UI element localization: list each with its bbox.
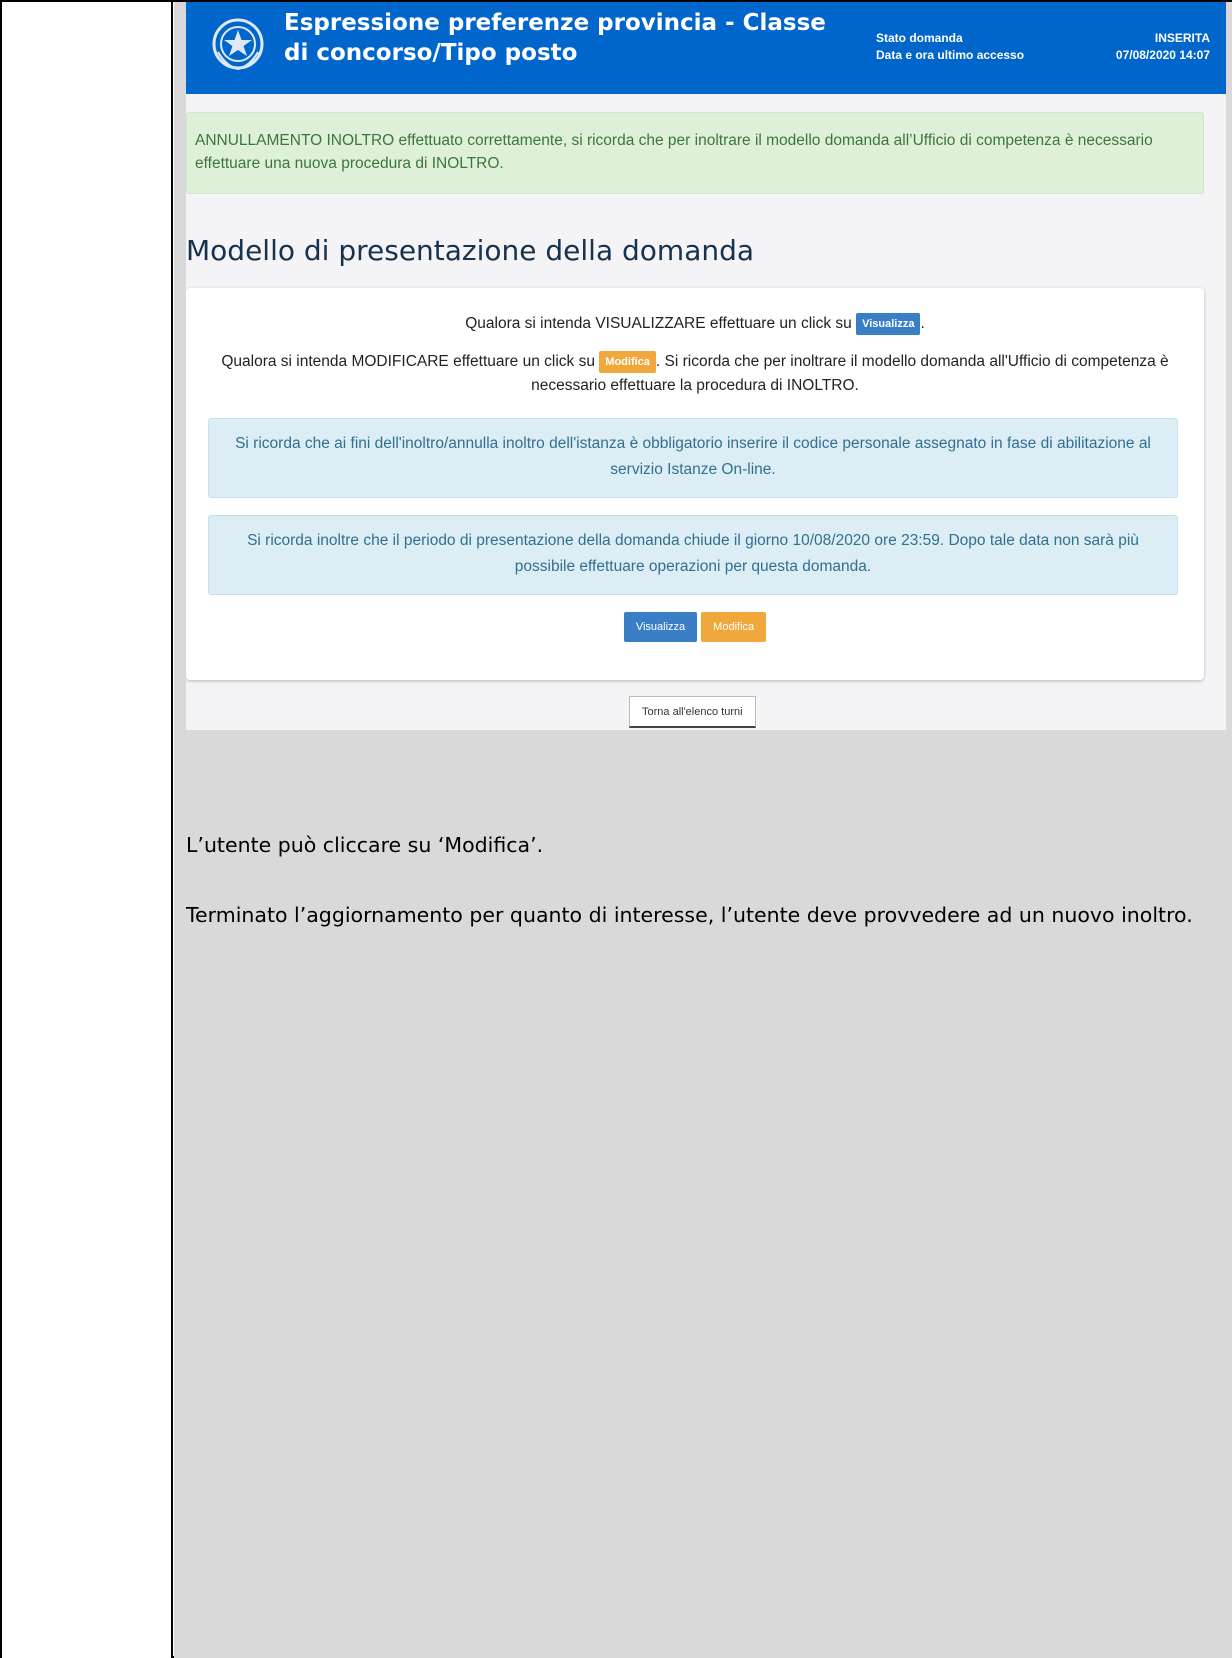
status-label: Stato domanda xyxy=(876,31,963,45)
view-instruction-suffix: . xyxy=(920,315,925,332)
view-instruction: Qualora si intenda VISUALIZZARE effettua… xyxy=(186,312,1204,336)
left-table-cell xyxy=(2,2,173,1658)
modify-instruction: Qualora si intenda MODIFICARE effettuare… xyxy=(186,350,1204,398)
page-title: Espressione preferenze provincia - Class… xyxy=(284,10,826,66)
instruction-paragraph-1: L’utente può cliccare su ‘Modifica’. xyxy=(186,833,544,857)
info-alert-deadline: Si ricorda inoltre che il periodo di pre… xyxy=(208,515,1178,595)
app-header: Espressione preferenze provincia - Class… xyxy=(186,2,1226,94)
action-buttons: Visualizza Modifica xyxy=(186,612,1204,642)
modify-instruction-text: Qualora si intenda MODIFICARE effettuare… xyxy=(221,353,595,370)
status-values: INSERITA 07/08/2020 14:07 xyxy=(1116,30,1210,64)
embedded-screenshot: Espressione preferenze provincia - Class… xyxy=(186,2,1226,730)
view-instruction-text: Qualora si intenda VISUALIZZARE effettua… xyxy=(465,315,852,332)
section-title: Modello di presentazione della domanda xyxy=(186,234,755,267)
inline-modify-button[interactable]: Modifica xyxy=(599,350,656,373)
instruction-paragraph-2: Terminato l’aggiornamento per quanto di … xyxy=(186,903,1193,927)
right-table-cell: Espressione preferenze provincia - Class… xyxy=(174,2,1232,1658)
info-alert-code: Si ricorda che ai fini dell'inoltro/annu… xyxy=(208,418,1178,498)
status-value: INSERITA xyxy=(1154,31,1210,45)
document-table: Espressione preferenze provincia - Class… xyxy=(0,0,1232,1658)
view-button[interactable]: Visualizza xyxy=(623,612,698,642)
last-access-label: Data e ora ultimo accesso xyxy=(876,48,1025,62)
republic-emblem-icon xyxy=(212,18,264,71)
last-access-value: 07/08/2020 14:07 xyxy=(1115,48,1210,62)
modify-button[interactable]: Modifica xyxy=(701,612,767,642)
status-labels: Stato domanda Data e ora ultimo accesso xyxy=(876,30,1024,64)
back-to-list-button[interactable]: Torna all'elenco turni xyxy=(629,696,756,728)
success-alert: ANNULLAMENTO INOLTRO effettuato corretta… xyxy=(186,112,1204,194)
presentation-card: Qualora si intenda VISUALIZZARE effettua… xyxy=(186,288,1204,680)
inline-view-button[interactable]: Visualizza xyxy=(856,312,921,335)
